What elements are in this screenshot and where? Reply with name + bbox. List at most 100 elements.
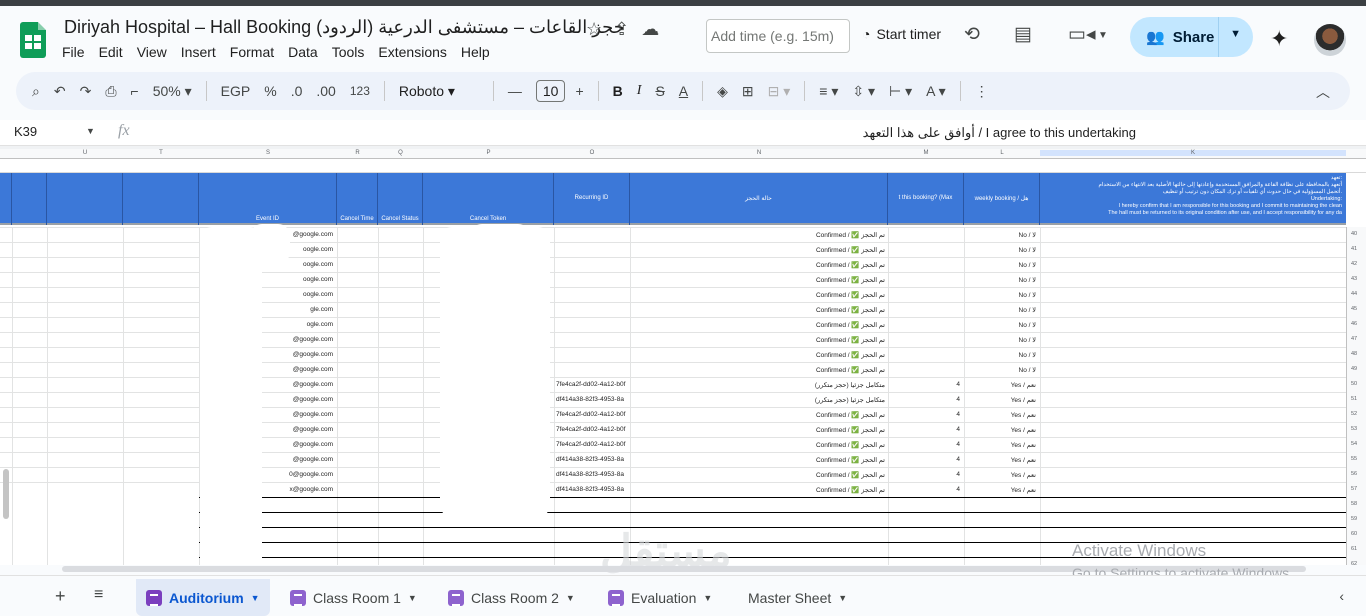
cell-weekly-booking[interactable]: No / لا (964, 261, 1036, 269)
gemini-icon[interactable]: ✦ (1270, 26, 1288, 52)
spreadsheet-grid[interactable]: UTSRQPONMLK Event ID Cancel Time Cancel … (0, 149, 1366, 565)
bold-icon[interactable]: B (613, 83, 623, 99)
more-formats-button[interactable]: 123 (350, 84, 370, 98)
cell-weekly-booking[interactable]: No / لا (964, 291, 1036, 299)
cell-max-weeks[interactable]: 4 (888, 396, 960, 403)
row-number[interactable]: 44 (1351, 291, 1357, 297)
cell-weekly-booking[interactable]: Yes / نعم (964, 456, 1036, 464)
add-time-input[interactable]: Add time (e.g. 15m) (706, 19, 850, 53)
start-timer-button[interactable]: ◔ Start timer (862, 26, 941, 42)
text-color-icon[interactable]: A (679, 83, 688, 99)
cell-booking-status[interactable]: Confirmed / ✅ تم الحجز (630, 261, 885, 269)
cell-recurring-id[interactable]: 7fe4ca2f-dd02-4a12-b0f (556, 381, 630, 388)
version-history-icon[interactable]: ⟲ (964, 23, 980, 46)
print-icon[interactable]: ⎙ (105, 83, 116, 100)
cell-recurring-id[interactable]: 7fe4ca2f-dd02-4a12-b0f (556, 426, 630, 433)
name-box-dropdown-icon[interactable]: ▼ (86, 126, 95, 136)
sheet-tab-class-room-1[interactable]: Class Room 1 ▼ (280, 579, 427, 616)
row-number[interactable]: 42 (1351, 261, 1357, 267)
cell-max-weeks[interactable]: 4 (888, 411, 960, 418)
row-number[interactable]: 45 (1351, 306, 1357, 312)
borders-icon[interactable]: ⊞ (742, 83, 754, 100)
row-number[interactable]: 55 (1351, 456, 1357, 462)
currency-button[interactable]: EGP (221, 83, 251, 99)
more-options-icon[interactable]: ⋮ (975, 83, 989, 100)
header-cell-t[interactable] (123, 173, 199, 225)
cell-booking-status[interactable]: متكامل جزئيا (حجز متكرر) (630, 396, 885, 404)
horizontal-align-icon[interactable]: ≡ ▾ (819, 83, 838, 100)
document-title[interactable]: Diriyah Hospital – Hall Booking (الردود)… (64, 17, 625, 38)
merge-cells-icon[interactable]: ⊟ ▾ (768, 83, 791, 100)
sheet-tab-master-sheet[interactable]: Master Sheet ▼ (738, 579, 857, 616)
row-number[interactable]: 41 (1351, 246, 1357, 252)
cell-booking-status[interactable]: Confirmed / ✅ تم الحجز (630, 456, 885, 464)
decrease-decimal-button[interactable]: .0 (291, 83, 303, 99)
row-number[interactable]: 56 (1351, 471, 1357, 477)
percent-button[interactable]: % (264, 83, 276, 99)
row-number[interactable]: 57 (1351, 486, 1357, 492)
cell-booking-status[interactable]: Confirmed / ✅ تم الحجز (630, 276, 885, 284)
row-number[interactable]: 46 (1351, 321, 1357, 327)
cell-weekly-booking[interactable]: No / لا (964, 276, 1036, 284)
header-undertaking[interactable]: تعهد: أتعهد بالمحافظة على نظافة القاعة و… (1040, 173, 1346, 225)
row-number[interactable]: 54 (1351, 441, 1357, 447)
header-weekly-booking[interactable]: weekly booking / هل (964, 173, 1040, 225)
share-button[interactable]: 👥 Share ▼ (1130, 17, 1253, 57)
all-sheets-icon[interactable]: ≡ (94, 586, 103, 604)
cell-max-weeks[interactable]: 4 (888, 441, 960, 448)
cell-recurring-id[interactable]: df414a38-82f3-4953-8a (556, 471, 630, 478)
menu-tools[interactable]: Tools (332, 44, 365, 60)
decrease-font-size-icon[interactable]: — (508, 83, 522, 99)
row-number[interactable]: 59 (1351, 516, 1357, 522)
menu-view[interactable]: View (137, 44, 167, 60)
zoom-select[interactable]: 50% ▾ (153, 83, 192, 100)
row-number[interactable]: 61 (1351, 546, 1357, 552)
header-cell-blank[interactable] (12, 173, 47, 225)
cell-recurring-id[interactable]: 7fe4ca2f-dd02-4a12-b0f (556, 411, 630, 418)
menu-data[interactable]: Data (288, 44, 318, 60)
cell-max-weeks[interactable]: 4 (888, 426, 960, 433)
cell-booking-status[interactable]: متكامل جزئيا (حجز متكرر) (630, 381, 885, 389)
row-number[interactable]: 48 (1351, 351, 1357, 357)
cell-booking-status[interactable]: Confirmed / ✅ تم الحجز (630, 366, 885, 374)
increase-decimal-button[interactable]: .00 (316, 83, 335, 99)
cell-weekly-booking[interactable]: Yes / نعم (964, 396, 1036, 404)
column-header-p[interactable]: P (423, 150, 554, 156)
redo-icon[interactable]: ↷ (80, 83, 92, 100)
add-sheet-button[interactable]: + (55, 586, 66, 607)
sheet-tab-dropdown-icon[interactable]: ▼ (703, 593, 712, 603)
sheet-tab-dropdown-icon[interactable]: ▼ (838, 593, 847, 603)
row-number[interactable]: 43 (1351, 276, 1357, 282)
column-header-q[interactable]: Q (378, 150, 423, 156)
menu-format[interactable]: Format (230, 44, 274, 60)
avatar[interactable] (1314, 24, 1346, 56)
cell-booking-status[interactable]: Confirmed / ✅ تم الحجز (630, 321, 885, 329)
cell-recurring-id[interactable]: df414a38-82f3-4953-8a (556, 396, 630, 403)
cell-weekly-booking[interactable]: Yes / نعم (964, 411, 1036, 419)
star-icon[interactable]: ☆ (586, 19, 602, 40)
column-header-u[interactable]: U (47, 150, 123, 156)
sheet-tab-class-room-2[interactable]: Class Room 2 ▼ (438, 579, 585, 616)
sheet-tab-dropdown-icon[interactable]: ▼ (408, 593, 417, 603)
row-number[interactable]: 49 (1351, 366, 1357, 372)
name-box[interactable]: K39 (14, 124, 37, 139)
cell-weekly-booking[interactable]: Yes / نعم (964, 486, 1036, 494)
cell-booking-status[interactable]: Confirmed / ✅ تم الحجز (630, 426, 885, 434)
comments-icon[interactable]: ▤ (1014, 23, 1032, 46)
cell-max-weeks[interactable]: 4 (888, 381, 960, 388)
italic-icon[interactable]: I (637, 83, 642, 99)
column-header-o[interactable]: O (554, 150, 630, 156)
menu-insert[interactable]: Insert (181, 44, 216, 60)
sheet-tab-auditorium[interactable]: Auditorium ▼ (136, 579, 270, 616)
cell-booking-status[interactable]: Confirmed / ✅ تم الحجز (630, 336, 885, 344)
header-cell-u[interactable] (47, 173, 123, 225)
menu-extensions[interactable]: Extensions (378, 44, 446, 60)
cell-booking-status[interactable]: Confirmed / ✅ تم الحجز (630, 231, 885, 239)
collapse-toolbar-icon[interactable]: ︿ (1316, 82, 1330, 102)
vertical-scrollbar[interactable] (3, 469, 9, 519)
column-header-n[interactable]: N (630, 150, 888, 156)
row-number[interactable]: 47 (1351, 336, 1357, 342)
row-number[interactable]: 60 (1351, 531, 1357, 537)
sheet-tab-dropdown-icon[interactable]: ▼ (251, 593, 260, 603)
cell-max-weeks[interactable]: 4 (888, 486, 960, 493)
